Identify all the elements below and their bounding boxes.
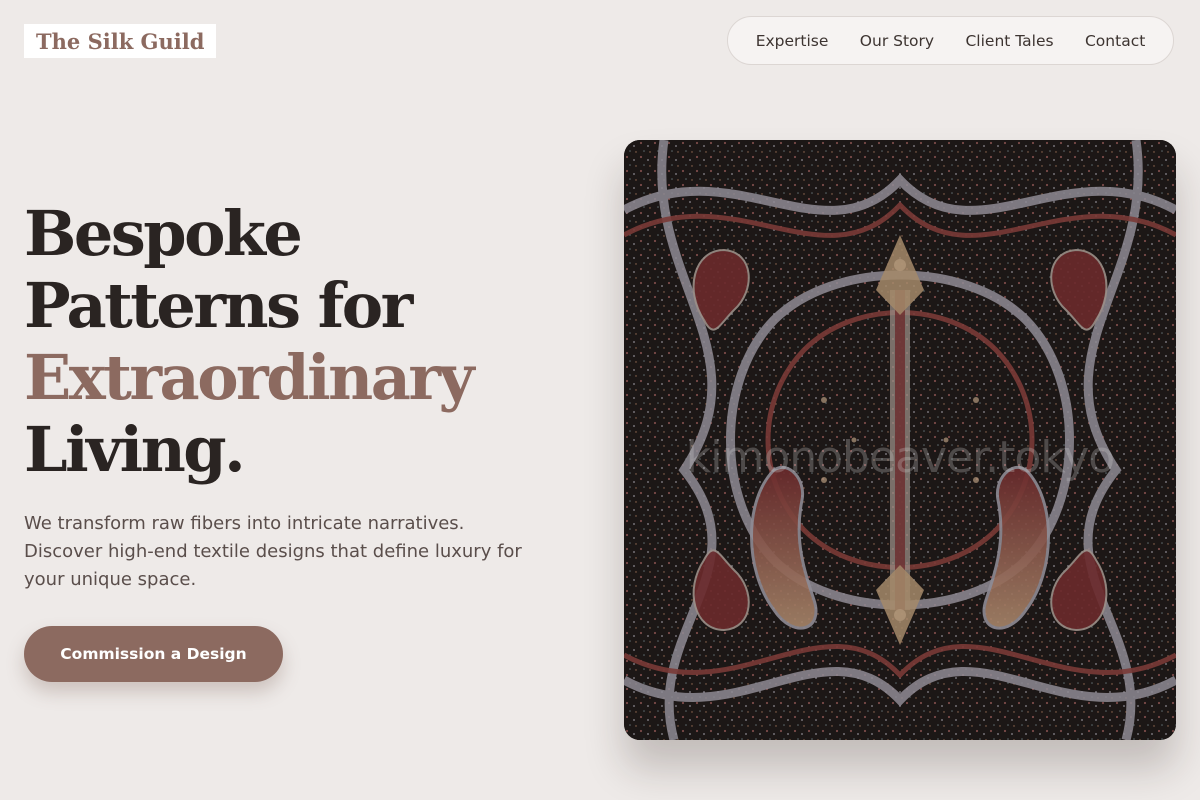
commission-design-button[interactable]: Commission a Design — [24, 626, 283, 682]
image-watermark: kimonobeaver.tokyo — [685, 432, 1115, 483]
hero-headline: Bespoke Patterns for Extraordinary Livin… — [24, 198, 584, 486]
nav-item-expertise[interactable]: Expertise — [756, 32, 829, 50]
nav-item-our-story[interactable]: Our Story — [860, 32, 934, 50]
headline-line-4: Living. — [24, 413, 246, 486]
nav-item-client-tales[interactable]: Client Tales — [965, 32, 1053, 50]
headline-line-3-accent: Extraordinary — [24, 341, 475, 414]
headline-line-1: Bespoke — [24, 197, 303, 270]
paisley-textile-image: kimonobeaver.tokyo — [624, 140, 1176, 740]
headline-line-2: Patterns for — [24, 269, 413, 342]
main-nav: Expertise Our Story Client Tales Contact — [727, 16, 1174, 65]
hero-subtitle: We transform raw fibers into intricate n… — [24, 513, 522, 590]
brand-logo[interactable]: The Silk Guild — [24, 24, 217, 58]
nav-item-contact[interactable]: Contact — [1085, 32, 1145, 50]
